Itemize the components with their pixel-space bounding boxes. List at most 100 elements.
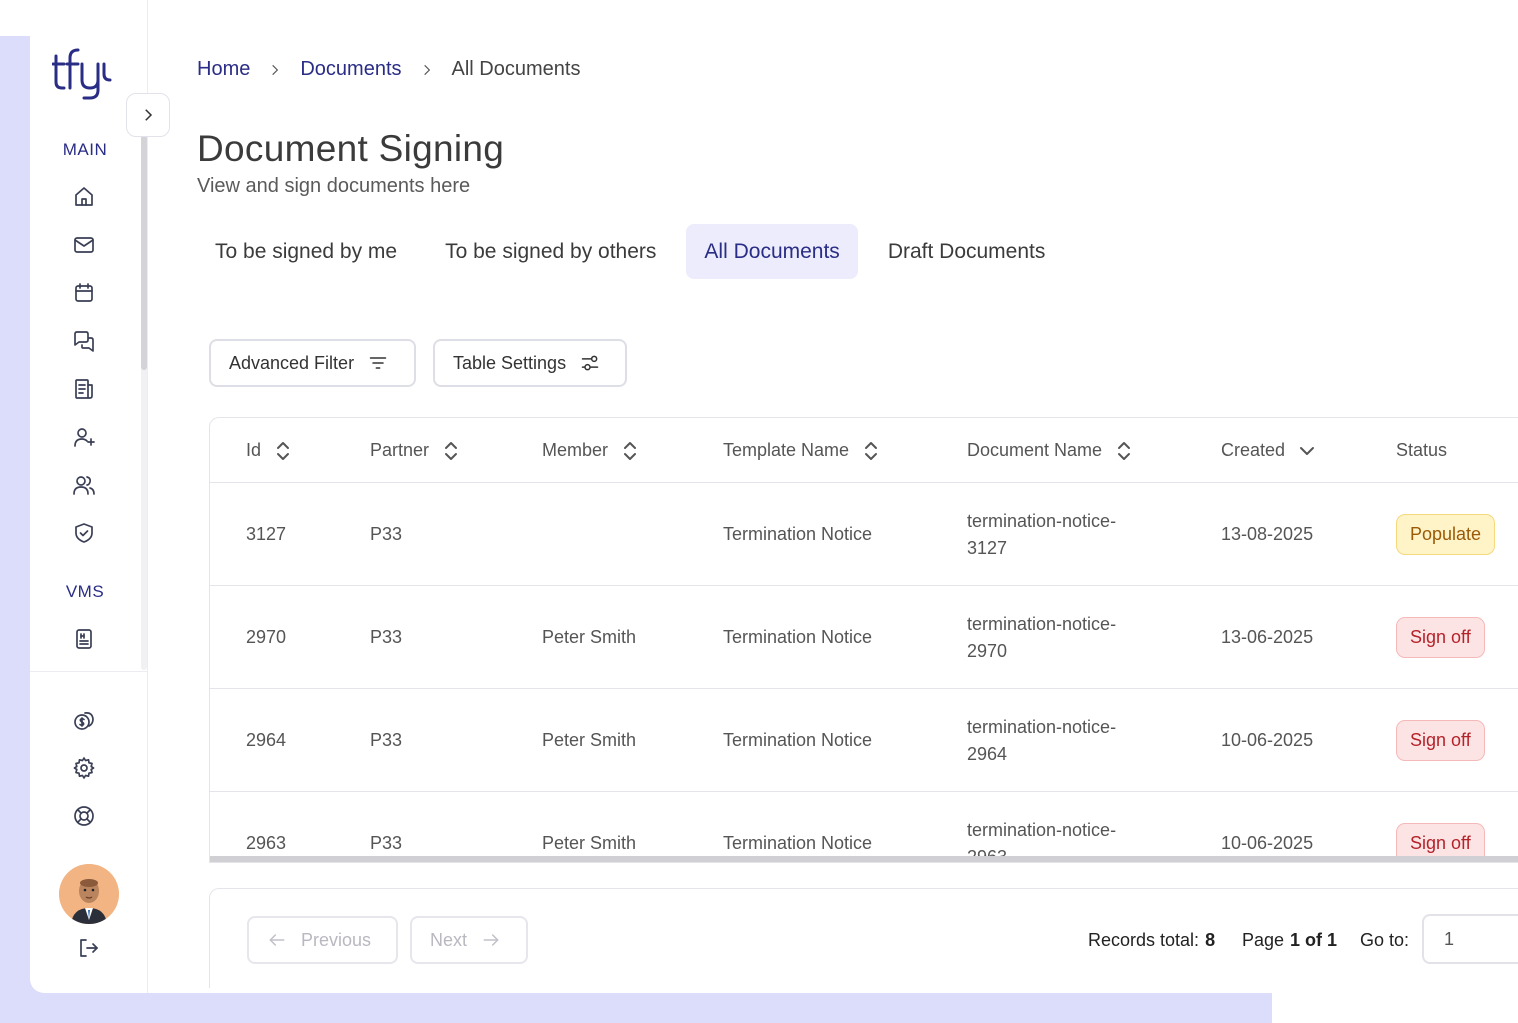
lifebuoy-icon[interactable]: [71, 803, 97, 829]
doc-name-line2: 3127: [967, 537, 1008, 558]
table-settings-label: Table Settings: [453, 352, 567, 373]
arrow-right-icon: [483, 934, 499, 946]
shield-icon[interactable]: [71, 520, 97, 546]
advanced-filter-label: Advanced Filter: [229, 352, 355, 373]
app-page: MAIN VMS Home Documents All Documents Do…: [0, 0, 1518, 1023]
filter-icon: [369, 357, 387, 369]
column-label: Partner: [370, 440, 430, 460]
cell-id: 2963: [246, 833, 287, 853]
cell-created: 10-06-2025: [1221, 833, 1314, 853]
calendar-icon[interactable]: [71, 280, 97, 306]
cell-status: Sign off: [1396, 586, 1485, 689]
cell-id: 3127: [246, 524, 287, 544]
status-badge[interactable]: Populate: [1396, 514, 1496, 555]
column-header-status[interactable]: Status: [1396, 418, 1447, 483]
chat-icon[interactable]: [71, 328, 97, 354]
column-header-member[interactable]: Member: [542, 418, 638, 483]
column-label: Member: [542, 440, 609, 460]
notes-icon[interactable]: [71, 376, 97, 402]
next-button[interactable]: Next: [410, 916, 528, 964]
column-label: Status: [1396, 440, 1448, 460]
sidebar-toggle-button[interactable]: [126, 93, 170, 137]
doc-name-line1: termination-notice-: [967, 613, 1117, 634]
next-label: Next: [430, 929, 468, 950]
column-header-id[interactable]: Id: [246, 418, 291, 483]
column-label: Created: [1221, 440, 1286, 460]
chevron-down-icon: [1300, 446, 1315, 455]
goto-label: Go to:: [1360, 929, 1410, 950]
column-label: Id: [246, 440, 262, 460]
tab-draft-documents[interactable]: Draft Documents: [870, 224, 1064, 279]
cell-id: 2970: [246, 627, 287, 647]
records-total-value: 8: [1205, 929, 1216, 950]
gear-icon[interactable]: [71, 755, 97, 781]
breadcrumb-documents[interactable]: Documents: [300, 58, 401, 81]
add-user-icon[interactable]: [71, 424, 97, 450]
doc-name-line2: 2970: [967, 640, 1008, 661]
documents-table: Id Partner Member Template Name Document…: [209, 417, 1518, 863]
page-value: 1 of 1: [1290, 929, 1338, 950]
cell-template: Termination Notice: [723, 833, 873, 853]
tab-to-be-signed-by-me[interactable]: To be signed by me: [197, 224, 415, 279]
goto-page-input[interactable]: [1422, 914, 1518, 964]
avatar[interactable]: [59, 864, 119, 924]
status-badge[interactable]: Sign off: [1396, 720, 1485, 761]
previous-button[interactable]: Previous: [247, 916, 398, 964]
cell-created: 13-06-2025: [1221, 627, 1314, 647]
app-frame: MAIN VMS Home Documents All Documents Do…: [30, 0, 1518, 993]
cell-document-name: termination-notice- 3127: [967, 483, 1116, 586]
records-total-label: Records total:: [1088, 929, 1200, 950]
tab-to-be-signed-by-others[interactable]: To be signed by others: [427, 224, 674, 279]
sort-icon: [277, 441, 290, 460]
status-badge[interactable]: Sign off: [1396, 617, 1485, 658]
cell-member: Peter Smith: [542, 627, 637, 647]
table-row[interactable]: 2963 P33 Peter Smith Termination Notice …: [210, 792, 1518, 863]
sidebar-scrollbar[interactable]: [141, 135, 147, 370]
chevron-right-icon: [250, 63, 300, 77]
section-label-vms: VMS: [65, 582, 105, 601]
column-header-document-name[interactable]: Document Name: [967, 418, 1132, 483]
cell-member: Peter Smith: [542, 833, 637, 853]
table-row[interactable]: 2964 P33 Peter Smith Termination Notice …: [210, 689, 1518, 792]
column-header-created[interactable]: Created: [1221, 418, 1315, 483]
breadcrumb-home[interactable]: Home: [197, 58, 250, 81]
sort-icon: [865, 441, 878, 460]
table-settings-button[interactable]: Table Settings: [433, 339, 627, 387]
breadcrumb-current: All Documents: [451, 58, 581, 80]
cell-template: Termination Notice: [723, 730, 873, 750]
cell-member: Peter Smith: [542, 730, 637, 750]
sliders-icon: [581, 355, 599, 371]
users-icon[interactable]: [71, 472, 97, 498]
sort-icon: [445, 441, 458, 460]
column-label: Template Name: [723, 440, 850, 460]
doc-name-line1: termination-notice-: [967, 510, 1117, 531]
cell-created: 10-06-2025: [1221, 730, 1314, 750]
page-subtitle: View and sign documents here: [197, 175, 471, 197]
chevron-right-icon: [145, 109, 153, 121]
cell-id: 2964: [246, 730, 287, 750]
coins-icon[interactable]: [71, 707, 97, 733]
page-indicator: Page 1 of 1: [1242, 916, 1337, 964]
table-row[interactable]: 3127 P33 Termination Notice termination-…: [210, 483, 1518, 586]
column-header-template-name[interactable]: Template Name: [723, 418, 879, 483]
cell-document-name: termination-notice- 2970: [967, 586, 1116, 689]
chevron-right-icon: [402, 63, 452, 77]
advanced-filter-button[interactable]: Advanced Filter: [209, 339, 416, 387]
cell-document-name: termination-notice- 2963: [967, 792, 1116, 863]
arrow-left-icon: [269, 934, 285, 946]
home-icon[interactable]: [71, 184, 97, 210]
doc-name-line1: termination-notice-: [967, 716, 1117, 737]
cell-status: Sign off: [1396, 792, 1485, 862]
pagination-bar: Previous Next Records total: 8 Page 1 of 1…: [209, 888, 1518, 988]
cell-status: Sign off: [1396, 689, 1485, 792]
breadcrumb: Home Documents All Documents: [197, 58, 580, 81]
table-horizontal-scrollbar[interactable]: [210, 856, 1518, 862]
column-header-partner[interactable]: Partner: [370, 418, 459, 483]
table-row[interactable]: 2970 P33 Peter Smith Termination Notice …: [210, 586, 1518, 689]
tab-all-documents[interactable]: All Documents: [686, 224, 858, 279]
cell-status: Populate: [1396, 483, 1496, 586]
logout-icon[interactable]: [75, 935, 101, 961]
mail-icon[interactable]: [71, 232, 97, 258]
column-label: Document Name: [967, 440, 1103, 460]
vms-document-icon[interactable]: [71, 626, 97, 652]
